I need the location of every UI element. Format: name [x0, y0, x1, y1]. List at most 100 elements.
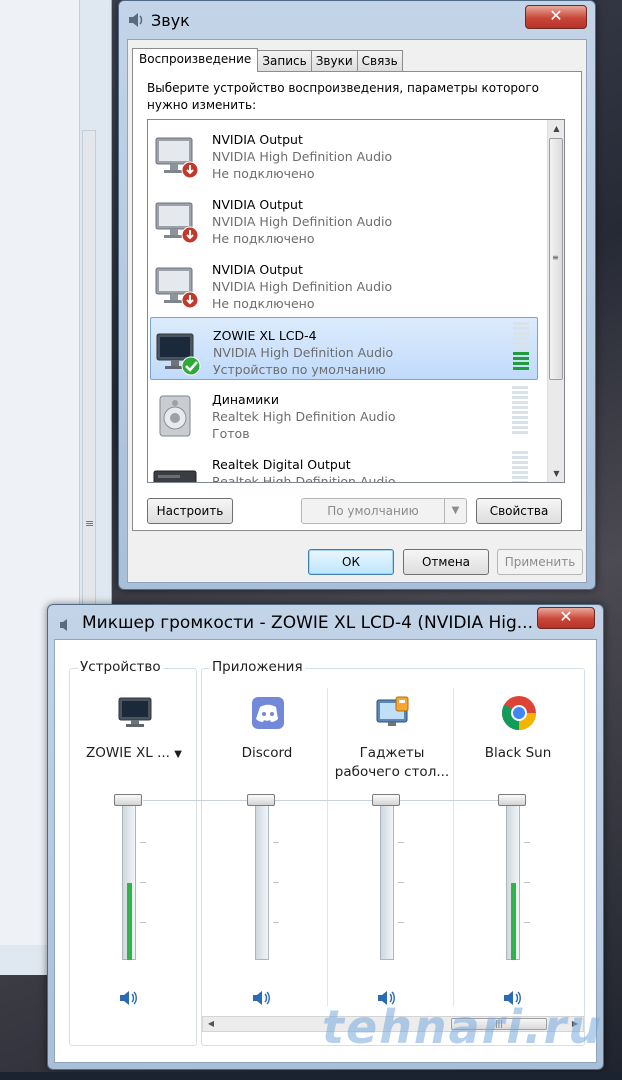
channel-name: Discord — [241, 745, 293, 761]
volume-slider-track[interactable] — [380, 800, 394, 960]
properties-button[interactable]: Свойства — [476, 498, 562, 524]
meter-segment — [513, 322, 529, 325]
sound-close-button[interactable]: ✕ — [525, 5, 587, 29]
sound-dialog: Звук ✕ Воспроизведение Запись Звуки Связ… — [118, 0, 596, 590]
volume-slider-track[interactable] — [255, 800, 269, 960]
meter-segment — [512, 416, 528, 419]
slider-tick — [273, 842, 279, 843]
mixer-close-button[interactable]: ✕ — [537, 607, 595, 629]
slider-tick — [524, 882, 530, 883]
sound-title: Звук — [151, 11, 190, 30]
device-name: Динамики — [212, 392, 279, 407]
device-name: NVIDIA Output — [212, 132, 303, 147]
list-item-device[interactable]: Динамики Realtek High Definition Audio Г… — [150, 382, 538, 445]
discord-icon — [252, 697, 284, 729]
device-status: Не подключено — [212, 231, 315, 246]
device-driver: Realtek High Definition Audio — [212, 409, 396, 424]
meter-segment — [513, 347, 529, 350]
list-item-device[interactable]: NVIDIA Output NVIDIA High Definition Aud… — [150, 122, 538, 185]
slider-tick — [140, 842, 146, 843]
meter-segment — [512, 386, 528, 389]
speaker-mute-icon[interactable] — [118, 988, 140, 1008]
scroll-left-arrow-icon[interactable]: ◀ — [203, 1017, 219, 1031]
device-driver: NVIDIA High Definition Audio — [212, 214, 393, 229]
list-item-device[interactable]: Realtek Digital Output Realtek High Defi… — [150, 447, 538, 483]
speaker-icon — [159, 395, 191, 437]
device-name: Realtek Digital Output — [212, 457, 351, 472]
slider-tick — [140, 882, 146, 883]
instruction-text: Выберите устройство воспроизведения, пар… — [147, 81, 540, 112]
meter-segment — [512, 421, 528, 424]
tab-recording[interactable]: Запись — [257, 50, 312, 72]
meter-segment — [512, 481, 528, 482]
set-default-button[interactable]: По умолчанию ▼ — [301, 498, 467, 524]
meter-segment — [512, 476, 528, 479]
mixer-app-icon — [60, 619, 67, 631]
meter-segment — [512, 401, 528, 404]
sound-app-icon — [129, 13, 143, 27]
channel-divider — [453, 688, 454, 1006]
volume-slider-thumb[interactable] — [372, 794, 400, 806]
meter-segment — [513, 362, 529, 365]
sound-body: Воспроизведение Запись Звуки Связь Выбер… — [127, 39, 587, 583]
device-group-label: Устройство — [78, 659, 163, 675]
device-name: NVIDIA Output — [212, 262, 303, 277]
meter-segment — [512, 466, 528, 469]
volume-slider-thumb[interactable] — [114, 794, 142, 806]
monitor-default-icon — [156, 333, 201, 376]
apply-button[interactable]: Применить — [497, 549, 583, 575]
ok-button[interactable]: ОК — [308, 549, 394, 575]
channel-divider — [327, 688, 328, 1006]
slider-tick — [273, 922, 279, 923]
digital-output-icon — [153, 470, 197, 482]
list-item-device-selected[interactable]: ZOWIE XL LCD-4 NVIDIA High Definition Au… — [150, 317, 538, 380]
device-status: Устройство по умолчанию — [213, 362, 386, 377]
level-bar — [127, 883, 132, 960]
device-driver: NVIDIA High Definition Audio — [212, 279, 393, 294]
device-driver: Realtek High Definition Audio — [212, 474, 396, 483]
playback-panel: Выберите устройство воспроизведения, пар… — [132, 71, 582, 531]
slider-tick — [398, 922, 404, 923]
chevron-down-icon[interactable]: ▼ — [444, 499, 466, 523]
meter-segment — [512, 471, 528, 474]
scroll-thumb[interactable]: ≡ — [549, 138, 563, 380]
slider-tick — [398, 842, 404, 843]
sound-titlebar[interactable]: Звук ✕ — [119, 1, 595, 39]
slider-tick — [140, 922, 146, 923]
meter-segment — [513, 367, 529, 370]
scroll-down-arrow-icon[interactable]: ▼ — [548, 465, 564, 482]
tab-communications[interactable]: Связь — [356, 50, 403, 72]
sound-tabs: Воспроизведение Запись Звуки Связь — [132, 48, 403, 72]
slider-tick — [273, 882, 279, 883]
chevron-down-icon[interactable]: ▼ — [174, 749, 182, 760]
meter-segment — [513, 342, 529, 345]
configure-button[interactable]: Настроить — [147, 498, 233, 524]
device-status: Не подключено — [212, 296, 315, 311]
device-list[interactable]: NVIDIA Output NVIDIA High Definition Aud… — [147, 119, 565, 483]
tab-sounds[interactable]: Звуки — [310, 50, 358, 72]
volume-slider-thumb[interactable] — [247, 794, 275, 806]
cancel-button[interactable]: Отмена — [403, 549, 489, 575]
meter-segment — [513, 337, 529, 340]
meter-segment — [512, 431, 528, 434]
scroll-up-arrow-icon[interactable]: ▲ — [548, 120, 564, 137]
device-list-scrollbar[interactable]: ▲ ≡ ▼ — [547, 120, 564, 482]
list-item-device[interactable]: NVIDIA Output NVIDIA High Definition Aud… — [150, 252, 538, 315]
volume-slider-thumb[interactable] — [498, 794, 526, 806]
monitor-disconnected-icon — [155, 202, 199, 244]
meter-segment — [512, 451, 528, 454]
monitor-disconnected-icon — [155, 267, 199, 309]
level-meter — [512, 386, 530, 438]
tab-playback[interactable]: Воспроизведение — [132, 48, 259, 72]
channel-name[interactable]: ZOWIE XL ... ▼ — [74, 744, 194, 764]
monitor-disconnected-icon — [155, 137, 199, 179]
channel-name-text: ZOWIE XL ... — [86, 745, 170, 761]
background-scroll-grip: ≡ — [85, 517, 95, 530]
list-item-device[interactable]: NVIDIA Output NVIDIA High Definition Aud… — [150, 187, 538, 250]
channel-name: Black Sun — [484, 745, 552, 761]
meter-segment — [512, 396, 528, 399]
device-status: Не подключено — [212, 166, 315, 181]
speaker-mute-icon[interactable] — [251, 988, 273, 1008]
level-meter — [513, 322, 531, 374]
device-driver: NVIDIA High Definition Audio — [212, 149, 393, 164]
